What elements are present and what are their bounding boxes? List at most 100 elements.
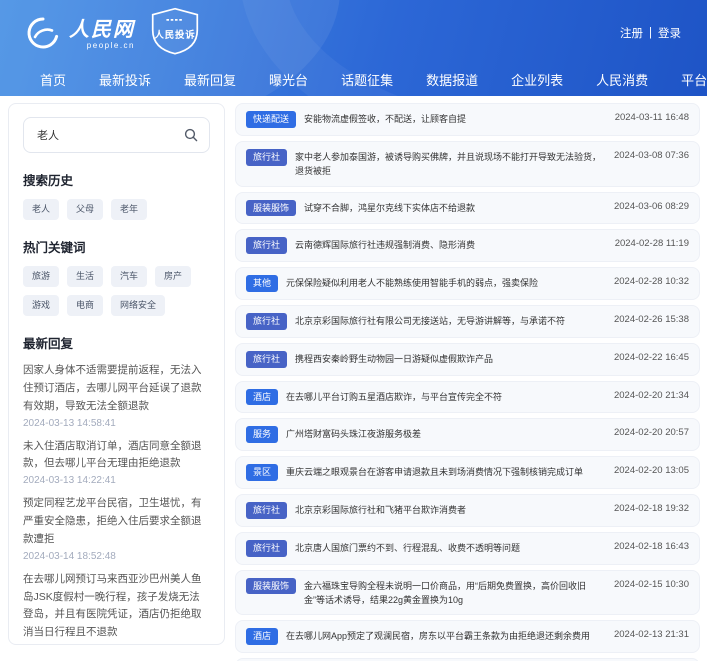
keyword-tag[interactable]: 老年 xyxy=(111,199,148,220)
search-box xyxy=(23,117,210,153)
nav-item-label: 企业列表 xyxy=(511,72,564,88)
people-cn-logo[interactable]: 人民网 people.cn xyxy=(26,16,135,50)
complaint-row[interactable]: 旅行社 云南德辉国际旅行社违规强制消费、隐形消费 2024-02-28 11:1… xyxy=(235,229,700,263)
shield-label: 人民投诉 xyxy=(154,28,195,39)
complaint-text: 在去哪儿平台订购五星酒店欺诈，与平台宣传完全不符 xyxy=(286,391,503,402)
category-badge: 其他 xyxy=(246,275,279,292)
keyword-tag[interactable]: 房产 xyxy=(155,266,192,287)
nav-item[interactable]: 曝光台 xyxy=(269,70,311,89)
nav-item-label: 平台须知 xyxy=(681,72,707,88)
nav-item[interactable]: 话题征集 xyxy=(341,70,396,89)
nav-item[interactable]: 平台须知∨ xyxy=(681,70,707,89)
nav-item[interactable]: 最新投诉 xyxy=(99,70,154,89)
category-badge: 服装服饰 xyxy=(246,577,297,595)
complaint-row[interactable]: 旅行社 携程西安秦岭野生动物园一日游疑似虚假欺诈产品 2024-02-22 16… xyxy=(235,342,700,376)
complaint-date: 2024-02-18 19:32 xyxy=(613,502,689,514)
nav-item[interactable]: 最新回复 xyxy=(184,70,239,89)
complaint-date: 2024-02-20 21:34 xyxy=(613,389,689,401)
search-icon[interactable] xyxy=(184,128,198,142)
complaint-date: 2024-02-20 20:57 xyxy=(613,427,689,439)
sidebar: 搜索历史 老人 父母 老年 热门关键词 旅游 生活 汽车 房产 游戏 电商 网络… xyxy=(8,103,225,645)
search-history-tags: 老人 父母 老年 xyxy=(23,199,210,220)
complaint-row[interactable]: 服装服饰 试穿不合脚，鸿星尔克线下实体店不给退款 2024-03-06 08:2… xyxy=(235,191,700,225)
reply-item[interactable]: 预定同程艺龙平台民宿，卫生堪忧，有严重安全隐患，拒绝入住后要求全额退款遭拒 20… xyxy=(23,495,210,562)
complaint-date: 2024-03-06 08:29 xyxy=(613,200,689,212)
category-badge: 酒店 xyxy=(246,628,279,646)
reply-text: 预定同程艺龙平台民宿，卫生堪忧，有严重安全隐患，拒绝入住后要求全额退款遭拒 xyxy=(23,497,202,545)
nav-item[interactable]: 人民消费 xyxy=(596,70,651,89)
reply-date: 2024-03-13 14:58:41 xyxy=(23,417,116,429)
complaint-row[interactable]: 酒店 在去哪儿网App预定了观澜民宿，房东以平台霸王条款为由拒绝退还剩余费用 2… xyxy=(235,620,700,654)
nav-item[interactable]: 数据报道 xyxy=(426,70,481,89)
register-link[interactable]: 注册 xyxy=(620,25,643,41)
keyword-tag[interactable]: 电商 xyxy=(67,295,104,316)
complaint-date: 2024-03-08 07:36 xyxy=(613,149,689,161)
nav-item-label: 首页 xyxy=(40,72,67,88)
complaint-date: 2024-02-28 10:32 xyxy=(613,276,689,288)
search-history-title: 搜索历史 xyxy=(23,174,74,188)
latest-replies-title: 最新回复 xyxy=(23,337,74,351)
keyword-tag[interactable]: 汽车 xyxy=(111,266,148,287)
hot-keyword-tags: 旅游 生活 汽车 房产 游戏 电商 网络安全 xyxy=(23,266,210,316)
complaint-row[interactable]: 服务 广州塔财富码头珠江夜游服务极差 2024-02-20 20:57 xyxy=(235,418,700,452)
page: 人民网 people.cn 人民投诉 注册 | 登录 首页 最新投诉 最新回复 … xyxy=(0,0,707,661)
category-badge: 旅行社 xyxy=(246,148,288,166)
complaint-list: 快递配送 安能物流虚假签收，不配送，让顾客自提 2024-03-11 16:48… xyxy=(235,103,700,661)
keyword-tag[interactable]: 生活 xyxy=(67,266,104,287)
complaint-text: 家中老人参加泰国游，被诱导购买佛牌，并且说现场不能打开导致无法验货，退货被拒 xyxy=(295,151,602,177)
complaint-text: 北京京彩国际旅行社和飞猪平台欺诈消费者 xyxy=(295,504,467,515)
reply-text: 未入住酒店取消订单，酒店同意全额退款，但去哪儿平台无理由拒绝退款 xyxy=(23,439,202,470)
search-input[interactable] xyxy=(35,128,184,142)
keyword-tag[interactable]: 父母 xyxy=(67,199,104,220)
nav-item-label: 最新回复 xyxy=(184,72,237,88)
complaint-text: 重庆云端之眼观景台在游客申请退款且未到场消费情况下强制核销完成订单 xyxy=(286,467,584,478)
category-badge: 旅行社 xyxy=(246,237,288,255)
complaint-text: 北京京彩国际旅行社有限公司无接送站，无导游讲解等，与承诺不符 xyxy=(295,315,566,326)
category-badge: 旅行社 xyxy=(246,501,288,519)
complaint-shield-badge[interactable]: 人民投诉 xyxy=(149,7,201,60)
reply-text: 在去哪儿网预订马来西亚沙巴州美人鱼岛JSK度假村一晚行程，孩子发烧无法登岛，并且… xyxy=(23,572,202,639)
nav-item[interactable]: 首页 xyxy=(40,70,69,89)
complaint-row[interactable]: 旅行社 北京京彩国际旅行社有限公司无接送站，无导游讲解等，与承诺不符 2024-… xyxy=(235,304,700,338)
category-badge: 快递配送 xyxy=(246,111,297,128)
logo-text: 人民网 people.cn xyxy=(69,20,135,50)
category-badge: 服装服饰 xyxy=(246,199,297,217)
nav-item[interactable]: 企业列表 xyxy=(511,70,566,89)
complaint-row[interactable]: 旅行社 家中老人参加泰国游，被诱导购买佛牌，并且说现场不能打开导致无法验货，退货… xyxy=(235,140,700,187)
complaint-date: 2024-02-13 21:31 xyxy=(613,629,689,641)
complaint-row[interactable]: 其他 元保保险疑似利用老人不能熟练使用智能手机的弱点，强卖保险 2024-02-… xyxy=(235,267,700,300)
category-badge: 旅行社 xyxy=(246,539,288,557)
keyword-tag[interactable]: 旅游 xyxy=(23,266,60,287)
keyword-tag[interactable]: 网络安全 xyxy=(111,295,166,316)
reply-date: 2024-03-14 18:52:48 xyxy=(23,550,116,562)
complaint-row[interactable]: 旅行社 北京京彩国际旅行社和飞猪平台欺诈消费者 2024-02-18 19:32 xyxy=(235,493,700,527)
nav-item-label: 人民消费 xyxy=(596,72,649,88)
keyword-tag[interactable]: 游戏 xyxy=(23,295,60,316)
nav-item-label: 曝光台 xyxy=(269,72,309,88)
complaint-row[interactable]: 酒店 在去哪儿平台订购五星酒店欺诈，与平台宣传完全不符 2024-02-20 2… xyxy=(235,380,700,414)
keyword-tag[interactable]: 老人 xyxy=(23,199,60,220)
auth-links: 注册 | 登录 xyxy=(620,25,681,41)
category-badge: 景区 xyxy=(246,464,279,481)
people-cn-swirl-icon xyxy=(26,16,60,50)
complaint-text: 元保保险疑似利用老人不能熟练使用智能手机的弱点，强卖保险 xyxy=(286,278,539,289)
reply-text: 因家人身体不适需要提前返程，无法入住预订酒店，去哪儿网平台延误了退款有效期，导致… xyxy=(23,364,202,412)
category-badge: 旅行社 xyxy=(246,312,288,330)
nav-item-label: 数据报道 xyxy=(426,72,479,88)
complaint-text: 携程西安秦岭野生动物园一日游疑似虚假欺诈产品 xyxy=(295,353,494,364)
reply-date: 2024-03-09 16:21:07 xyxy=(23,644,210,645)
complaint-text: 试穿不合脚，鸿星尔克线下实体店不给退款 xyxy=(304,202,476,213)
latest-replies-list: 因家人身体不适需要提前返程，无法入住预订酒店，去哪儿网平台延误了退款有效期，导致… xyxy=(23,362,210,645)
reply-item[interactable]: 因家人身体不适需要提前返程，无法入住预订酒店，去哪儿网平台延误了退款有效期，导致… xyxy=(23,362,210,429)
complaint-row[interactable]: 景区 重庆云端之眼观景台在游客申请退款且未到场消费情况下强制核销完成订单 202… xyxy=(235,456,700,489)
reply-item[interactable]: 在去哪儿网预订马来西亚沙巴州美人鱼岛JSK度假村一晚行程，孩子发烧无法登岛，并且… xyxy=(23,571,210,645)
complaint-row[interactable]: 快递配送 安能物流虚假签收，不配送，让顾客自提 2024-03-11 16:48 xyxy=(235,103,700,136)
complaint-text: 北京唐人国旅门票约不到、行程混乱、收费不透明等问题 xyxy=(295,542,521,553)
nav-item-label: 话题征集 xyxy=(341,72,394,88)
reply-item[interactable]: 未入住酒店取消订单，酒店同意全额退款，但去哪儿平台无理由拒绝退款 2024-03… xyxy=(23,438,210,487)
complaint-date: 2024-02-22 16:45 xyxy=(613,351,689,363)
logo-title: 人民网 xyxy=(69,19,135,41)
complaint-row[interactable]: 服装服饰 金六福珠宝导购全程未说明一口价商品，用“后期免费置换，高价回收旧金”等… xyxy=(235,569,700,616)
login-link[interactable]: 登录 xyxy=(658,25,681,41)
complaint-row[interactable]: 旅行社 北京唐人国旅门票约不到、行程混乱、收费不透明等问题 2024-02-18… xyxy=(235,531,700,565)
